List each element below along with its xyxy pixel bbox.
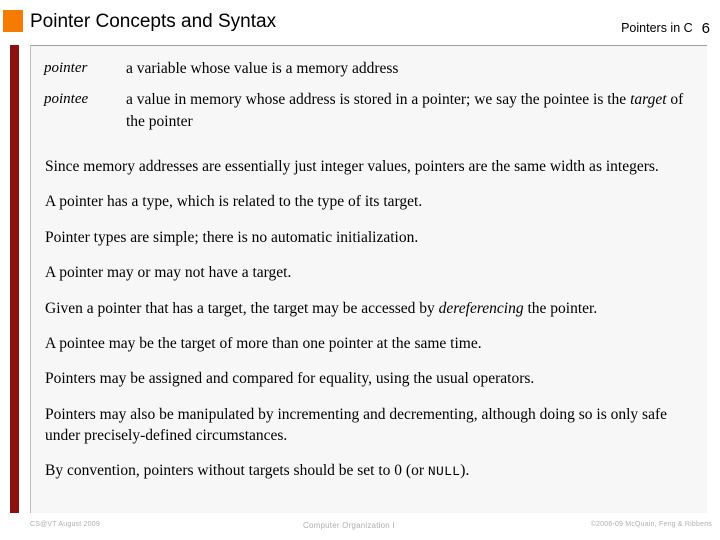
definition-row: pointee a value in memory whose address i… — [43, 89, 698, 133]
body-paragraph: Pointers may be assigned and compared fo… — [45, 368, 701, 389]
paragraph-text: By convention, pointers without targets … — [45, 462, 428, 480]
header-meta: Pointers in C 6 — [621, 20, 710, 37]
slide-header: Pointer Concepts and Syntax Pointers in … — [0, 0, 720, 44]
paragraph-code-literal: NULL — [427, 464, 461, 480]
definition-term: pointer — [44, 60, 88, 76]
body-paragraph: A pointer has a type, which is related t… — [45, 191, 701, 212]
definition-description: a value in memory whose address is store… — [126, 89, 698, 133]
definition-description: a variable whose value is a memory addre… — [126, 58, 698, 80]
paragraph-text-end: ). — [460, 462, 470, 480]
definition-emphasis: target — [630, 91, 667, 108]
paragraph-text: Pointers may also be manipulated by incr… — [45, 405, 668, 444]
paragraph-text: Pointer types are simple; there is no au… — [45, 228, 419, 246]
paragraph-text: A pointer may or may not have a target. — [45, 264, 292, 282]
body-paragraph-list: Since memory addresses are essentially j… — [45, 156, 701, 496]
paragraph-text: Pointers may be assigned and compared fo… — [45, 370, 535, 388]
footer-right-text: ©2006-09 McQuain, Feng & Ribbens — [590, 521, 712, 528]
paragraph-text: A pointer has a type, which is related t… — [45, 193, 423, 211]
paragraph-text: Since memory addresses are essentially j… — [45, 158, 659, 175]
definition-text: a value in memory whose address is store… — [126, 91, 631, 108]
slide-number: 6 — [701, 20, 710, 37]
orange-square-icon — [3, 10, 23, 32]
paragraph-text-tail: the pointer. — [523, 299, 598, 317]
paragraph-emphasis: dereferencing — [438, 299, 524, 317]
footer-center-text: Computer Organization I — [303, 521, 395, 530]
page-title: Pointer Concepts and Syntax — [30, 11, 277, 32]
paragraph-text: A pointee may be the target of more than… — [45, 334, 482, 352]
footer-left-text: CS@VT August 2009 — [30, 521, 100, 528]
body-paragraph: A pointee may be the target of more than… — [45, 333, 701, 354]
definition-text: a variable whose value is a memory addre… — [126, 60, 399, 77]
header-subject-label: Pointers in C — [621, 21, 693, 35]
body-paragraph: Pointer types are simple; there is no au… — [45, 227, 701, 248]
definition-list: pointer a variable whose value is a memor… — [43, 58, 698, 142]
paragraph-text: Given a pointer that has a target, the t… — [45, 299, 439, 317]
body-paragraph: Pointers may also be manipulated by incr… — [45, 404, 701, 447]
body-paragraph: By convention, pointers without targets … — [45, 460, 701, 481]
slide-footer: CS@VT August 2009 Computer Organization … — [0, 518, 720, 540]
definition-term: pointee — [44, 91, 89, 107]
body-paragraph: A pointer may or may not have a target. — [45, 262, 701, 283]
body-paragraph: Given a pointer that has a target, the t… — [45, 298, 701, 319]
body-paragraph: Since memory addresses are essentially j… — [45, 156, 701, 177]
left-accent-bar — [10, 45, 19, 513]
content-panel: pointer a variable whose value is a memor… — [30, 45, 707, 513]
definition-row: pointer a variable whose value is a memor… — [43, 58, 698, 80]
